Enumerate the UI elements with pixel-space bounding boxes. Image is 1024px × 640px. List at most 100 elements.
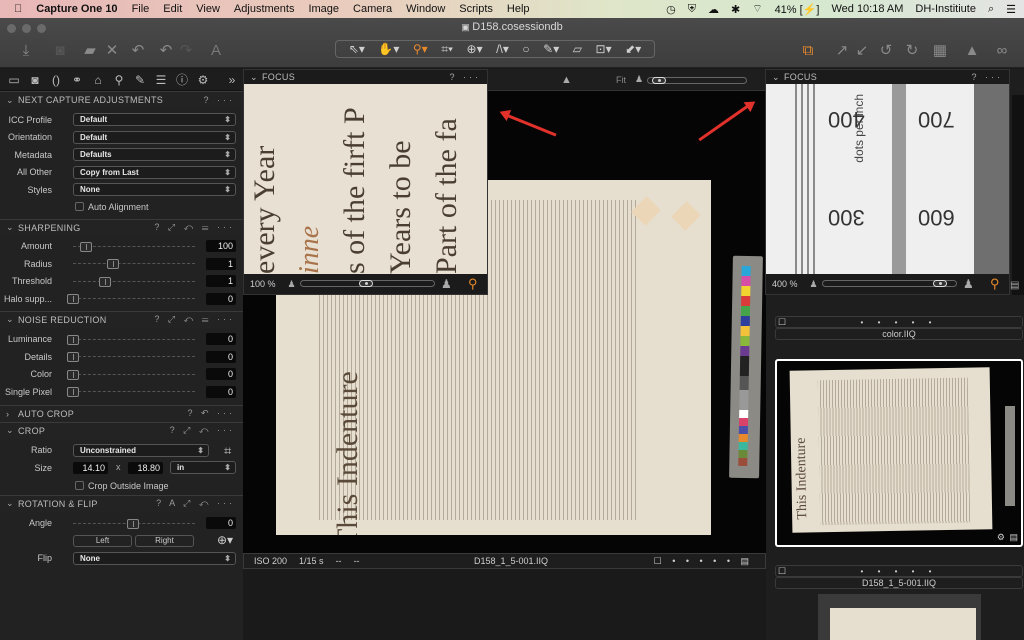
bluetooth-icon[interactable]: ✱: [731, 3, 740, 16]
luminance-slider[interactable]: [67, 334, 195, 345]
rating-dots[interactable]: • • • • •: [861, 318, 938, 327]
slider-handle[interactable]: [67, 352, 79, 362]
crop-outside-checkbox[interactable]: [75, 480, 84, 490]
rotation-header[interactable]: ⌄ ROTATION & FLIP ? A ⤢ ↶ ···: [0, 494, 243, 512]
noise-reduction-header[interactable]: ⌄ NOISE REDUCTION ? ⤢ ↶ ☰ ···: [0, 310, 243, 328]
notification-center-icon[interactable]: ☰: [1006, 3, 1016, 16]
rotate-left-button[interactable]: Left: [73, 534, 132, 547]
slider-handle[interactable]: [67, 387, 79, 397]
apple-icon[interactable]: : [14, 3, 22, 15]
output-tab-icon[interactable]: ⓘ: [176, 71, 188, 88]
spot-removal-icon[interactable]: ○: [522, 42, 529, 56]
rotate-left-icon[interactable]: ↺: [876, 40, 896, 60]
icc-profile-select[interactable]: Default: [73, 113, 236, 127]
slider-handle[interactable]: [107, 259, 119, 269]
menu-view[interactable]: View: [196, 3, 220, 15]
slider-handle[interactable]: [127, 518, 139, 529]
menu-scripts[interactable]: Scripts: [459, 3, 493, 15]
focus-actions[interactable]: ? ···: [450, 72, 482, 82]
section-actions[interactable]: ? ⤢ ↶ ☰ ···: [154, 222, 235, 233]
halo-value[interactable]: 0: [206, 292, 236, 305]
apply-icon[interactable]: ↙: [852, 40, 872, 60]
angle-slider[interactable]: [73, 518, 195, 529]
menu-app-name[interactable]: Capture One 10: [36, 3, 117, 15]
exposure-tab-icon[interactable]: ⌂: [92, 73, 104, 87]
rotate-right-button[interactable]: Right: [135, 534, 194, 547]
slider-handle[interactable]: [99, 276, 111, 287]
radius-slider[interactable]: [73, 259, 195, 269]
angle-value[interactable]: 0: [206, 517, 236, 530]
user-name[interactable]: DH-Institiute: [915, 3, 976, 15]
threshold-value[interactable]: 1: [206, 275, 236, 288]
metadata-select[interactable]: Defaults: [73, 148, 236, 162]
flip-select[interactable]: None: [73, 551, 236, 565]
crop-icon[interactable]: ⌗: [224, 443, 231, 459]
crop-header[interactable]: ⌄ CROP ? ⤢ ↶ ···: [0, 421, 243, 439]
rotate-right-icon[interactable]: ↻: [902, 40, 922, 60]
capture-icon[interactable]: ◙: [50, 40, 70, 60]
styles-select[interactable]: None: [73, 183, 236, 197]
slider-handle[interactable]: [67, 369, 79, 380]
menu-image[interactable]: Image: [308, 3, 339, 15]
crop-tool-icon[interactable]: ⌗▾: [441, 42, 453, 57]
section-actions[interactable]: ? ↶ ···: [187, 408, 235, 419]
zoom-in-person-icon[interactable]: ♟: [963, 277, 974, 291]
multi-view-icon[interactable]: ⧉: [798, 40, 818, 60]
lens-tab-icon[interactable]: (): [50, 73, 62, 87]
menu-adjustments[interactable]: Adjustments: [234, 3, 295, 15]
next-capture-header[interactable]: ⌄ NEXT CAPTURE ADJUSTMENTS ? ···: [0, 91, 243, 108]
zoom-out-person-icon[interactable]: ♟: [288, 279, 296, 290]
sharpening-header[interactable]: ⌄ SHARPENING ? ⤢ ↶ ☰ ···: [0, 218, 243, 236]
single-pixel-slider[interactable]: [67, 387, 195, 397]
fit-label[interactable]: Fit: [616, 75, 626, 85]
shield-icon[interactable]: ⛨: [688, 3, 696, 16]
straighten-icon[interactable]: ▱: [573, 42, 582, 56]
rating-dots[interactable]: • • • • •: [861, 567, 938, 576]
menu-help[interactable]: Help: [507, 3, 530, 15]
luminance-value[interactable]: 0: [206, 333, 236, 346]
grid-icon[interactable]: ▦: [930, 40, 950, 60]
zoom-slider-thumb[interactable]: [652, 77, 666, 84]
focus-zoom-slider[interactable]: [300, 280, 435, 287]
section-actions[interactable]: ? ⤢ ↶ ···: [170, 425, 235, 436]
zoom-slider-thumb[interactable]: [933, 280, 947, 287]
battery-status[interactable]: 41% [⚡]: [775, 3, 820, 16]
viewer-zoom-slider[interactable]: [647, 77, 747, 84]
orientation-select[interactable]: Default: [73, 130, 236, 144]
time-machine-icon[interactable]: ◷: [666, 3, 676, 16]
proof-icon[interactable]: ∞: [992, 40, 1012, 60]
focus-zoom-slider[interactable]: [822, 280, 957, 287]
metadata-tab-icon[interactable]: ☰: [155, 73, 167, 87]
undo-icon[interactable]: ↶: [156, 40, 176, 60]
menu-camera[interactable]: Camera: [353, 3, 392, 15]
auto-crop-header[interactable]: › AUTO CROP ? ↶ ···: [0, 404, 243, 422]
crop-height-input[interactable]: 18.80: [128, 461, 163, 474]
rotate-tool-icon[interactable]: ⊕▾: [467, 42, 483, 56]
amount-value[interactable]: 100: [206, 240, 236, 253]
focus-header[interactable]: ⌄ FOCUS ? ···: [244, 70, 487, 84]
exposure-warning-icon[interactable]: ▲: [962, 40, 982, 60]
color-slider[interactable]: [67, 369, 195, 380]
thumbnail-rating-bar[interactable]: ☐ • • • • •: [775, 316, 1023, 328]
crop-width-input[interactable]: 14.10: [73, 461, 108, 474]
zoom-in-person-icon[interactable]: ♟: [441, 277, 452, 291]
slider-handle[interactable]: [67, 294, 79, 304]
color-value[interactable]: 0: [206, 368, 236, 381]
thumbnail-rating-bar[interactable]: ☐ • • • • •: [775, 565, 1023, 577]
copy-adjustments-icon[interactable]: ⬋▾: [625, 42, 641, 56]
browser-scrollbar[interactable]: [1012, 95, 1024, 295]
color-tab-icon[interactable]: ⚭: [71, 73, 83, 87]
details-tab-icon[interactable]: ⚲: [113, 73, 125, 87]
slider-handle[interactable]: [80, 241, 92, 252]
capture-tab-icon[interactable]: ◙: [29, 73, 41, 87]
rotate-tool-icon[interactable]: ⊕▾: [217, 533, 233, 547]
color-picker-icon[interactable]: ⊡▾: [596, 42, 612, 56]
select-tool-icon[interactable]: ⇖▾: [349, 42, 365, 56]
all-other-select[interactable]: Copy from Last: [73, 165, 236, 179]
view-options-icon[interactable]: ▤: [1010, 280, 1019, 291]
exposure-warning-icon[interactable]: ▲: [561, 74, 572, 86]
focus-actions[interactable]: ? ···: [972, 72, 1004, 82]
section-actions[interactable]: ? A ⤢ ↶ ···: [156, 498, 235, 509]
menu-window[interactable]: Window: [406, 3, 445, 15]
cloud-icon[interactable]: ☁: [708, 3, 719, 16]
